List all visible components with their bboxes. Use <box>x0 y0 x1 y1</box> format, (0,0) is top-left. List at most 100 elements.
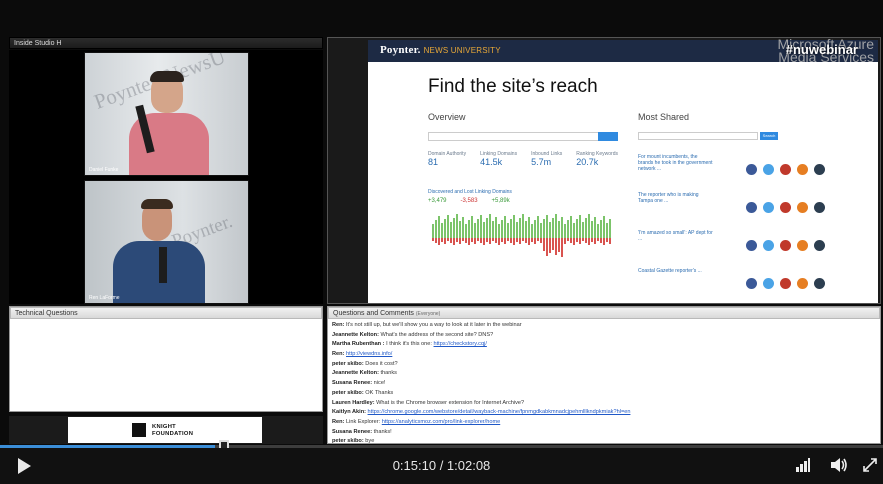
chart-bar <box>504 216 506 238</box>
presenter-name-1: Daniel Funke <box>89 167 119 173</box>
chart-bar <box>543 238 545 251</box>
chart-bar <box>438 238 440 245</box>
screen-share-panel: Poynter. NEWS UNIVERSITY Find the site’s… <box>327 37 881 304</box>
chat-message: Ren: http://viewdns.info/ <box>332 351 393 358</box>
chart-bar <box>483 238 485 245</box>
chart-bar <box>528 217 530 238</box>
chat-message: Kaitlyn Akin: https://chrome.google.com/… <box>332 409 631 416</box>
chart-bar <box>495 217 497 238</box>
chart-bar <box>555 238 557 255</box>
stat: Domain Authority 81 <box>428 151 467 167</box>
chart-bar <box>432 238 434 241</box>
chart-bar <box>453 218 455 238</box>
overview-chart-title: Discovered and Lost Linking Domains <box>428 189 512 195</box>
hashtag-label: #nuwebinar <box>785 42 858 57</box>
overview-bar-chart <box>432 214 611 257</box>
chat-link[interactable]: https://checkstory.cqj/ <box>434 341 487 347</box>
chart-bar <box>585 238 587 243</box>
list-item: For mount incumbents, the brands he took… <box>638 154 873 192</box>
chart-bar <box>480 215 482 238</box>
message-list: Ren: It's not still up, but we'll show y… <box>328 319 880 443</box>
questions-comments-panel[interactable]: Questions and Comments (Everyone) Ren: I… <box>327 306 881 444</box>
chart-bar <box>579 238 581 244</box>
slide: Poynter. NEWS UNIVERSITY Find the site’s… <box>368 40 878 303</box>
presenter-1 <box>123 71 215 175</box>
chart-bar <box>534 220 536 238</box>
chart-bar <box>606 238 608 242</box>
technical-questions-panel: Technical Questions <box>9 306 323 412</box>
chat-message: Ren: Link Explorer: https://analyticsmoz… <box>332 418 501 425</box>
chat-message: Jeannette Kelton: What's the address of … <box>332 331 494 338</box>
chart-bar <box>600 220 602 238</box>
chart-bar <box>555 214 557 238</box>
chart-bar <box>438 216 440 238</box>
stat: Ranking Keywords 20.7k <box>576 151 618 167</box>
stat: Linking Domains 41.5k <box>480 151 518 167</box>
chart-bar <box>522 238 524 241</box>
chart-bar <box>468 220 470 238</box>
list-item: 'I'm amazed so small': AP dept for ... <box>638 230 873 268</box>
chart-bar <box>522 214 524 238</box>
chart-bar <box>516 238 518 242</box>
chart-bar <box>510 238 512 243</box>
overview-heading: Overview <box>428 112 466 122</box>
chart-bar <box>591 238 593 242</box>
chat-message: Ren: It's not still up, but we'll show y… <box>332 322 522 328</box>
chart-bar <box>546 215 548 238</box>
chart-bar <box>459 238 461 244</box>
sponsor-panel: KNIGHT FOUNDATION <box>9 416 323 444</box>
volume-icon[interactable] <box>830 457 848 473</box>
chart-bar <box>582 222 584 238</box>
chart-bar <box>447 215 449 238</box>
chart-bar <box>543 219 545 238</box>
knight-foundation-logo: KNIGHT FOUNDATION <box>68 417 262 443</box>
chart-bar <box>480 238 482 243</box>
chart-bar <box>459 221 461 238</box>
chart-bar <box>492 221 494 238</box>
chat-link[interactable]: https://analyticsmoz.com/pro/link-explor… <box>382 419 500 425</box>
chart-bar <box>477 219 479 238</box>
webcam-panel: Poynter. NewsU Daniel Funke Poynter. Ren… <box>9 50 323 304</box>
chat-link[interactable]: https://chrome.google.com/webstore/detai… <box>368 409 631 415</box>
chart-bar <box>537 238 539 241</box>
fullscreen-icon[interactable] <box>862 457 878 473</box>
chart-bar <box>576 238 578 242</box>
chart-bar <box>435 238 437 243</box>
chart-bar <box>570 216 572 238</box>
chart-bar <box>585 218 587 238</box>
chart-bar <box>501 238 503 242</box>
chart-bar <box>531 238 533 242</box>
chat-message: Martha Rubenthan : I think it's this one… <box>332 341 487 348</box>
chart-bar <box>513 238 515 245</box>
chart-bar <box>456 214 458 238</box>
chart-bar <box>519 218 521 238</box>
panel-title-studio: Inside Studio H <box>9 37 323 49</box>
chart-bar <box>465 224 467 238</box>
chart-bar <box>474 238 476 244</box>
chat-link[interactable]: http://viewdns.info/ <box>346 351 392 357</box>
chart-bar <box>549 238 551 253</box>
chart-bar <box>546 238 548 256</box>
top-band <box>0 0 883 37</box>
chart-bar <box>564 224 566 238</box>
most-shared-card: Most Shared Search For mount incumbents,… <box>638 112 873 300</box>
quality-icon[interactable] <box>795 457 811 473</box>
chart-bar <box>561 217 563 238</box>
chart-bar <box>540 223 542 238</box>
chart-bar <box>558 221 560 238</box>
chart-bar <box>549 222 551 238</box>
chart-bar <box>564 238 566 244</box>
chart-bar <box>453 238 455 245</box>
chart-bar <box>501 220 503 238</box>
chat-message: Susana Renee: thanks! <box>332 428 392 435</box>
chart-bar <box>531 224 533 238</box>
chart-bar <box>528 238 530 245</box>
camera-feed-2: Poynter. Ren LaForme <box>84 180 249 304</box>
chat-message: Jeannette Kelton: thanks <box>332 370 397 377</box>
chart-bar <box>567 220 569 238</box>
chart-bar <box>492 238 494 241</box>
search-button[interactable]: Search <box>760 132 778 140</box>
chart-bar <box>609 238 611 244</box>
chart-bar <box>471 238 473 242</box>
chart-bar <box>450 222 452 238</box>
